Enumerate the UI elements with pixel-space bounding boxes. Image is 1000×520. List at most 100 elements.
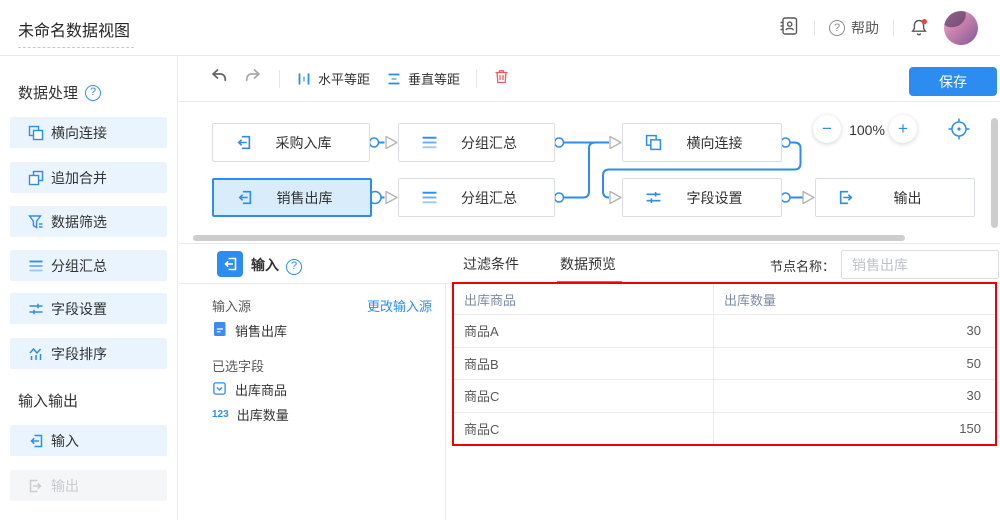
flow-canvas[interactable]: 采购入库 分组汇总 横向连接 销售出库 <box>179 102 1000 243</box>
node-label: 分组汇总 <box>438 188 554 208</box>
node-name-label: 节点名称： <box>770 256 835 275</box>
table-row: 商品C 30 <box>454 379 995 412</box>
divider <box>814 20 815 36</box>
field-sort-icon <box>28 346 44 362</box>
field-name: 出库数量 <box>237 405 289 424</box>
product-cell: 商品C <box>454 413 713 445</box>
node-label: 销售出库 <box>253 188 370 208</box>
source-item[interactable]: 销售出库 <box>212 321 287 340</box>
form-doc-icon <box>212 321 227 340</box>
node-group-summary-2[interactable]: 分组汇总 <box>398 178 555 217</box>
sidebar-item-input[interactable]: 输入 <box>10 425 167 456</box>
quantity-cell: 150 <box>713 413 995 445</box>
product-cell: 商品A <box>454 315 713 347</box>
table-row: 商品B 50 <box>454 347 995 380</box>
input-icon <box>28 433 44 449</box>
sidebar-item-append-merge[interactable]: 追加合并 <box>10 162 167 193</box>
sidebar-item-label: 输出 <box>51 476 79 496</box>
page-title[interactable]: 未命名数据视图 <box>18 17 134 48</box>
user-avatar[interactable] <box>944 11 978 45</box>
tab-filter-conditions[interactable]: 过滤条件 <box>463 244 519 284</box>
output-icon <box>28 478 44 494</box>
save-button[interactable]: 保存 <box>909 67 997 96</box>
input-source-row: 输入源 <box>212 296 251 315</box>
input-icon <box>235 134 252 151</box>
sidebar-item-field-settings[interactable]: 字段设置 <box>10 293 167 324</box>
node-group-summary-1[interactable]: 分组汇总 <box>398 123 555 162</box>
selected-fields-header: 已选字段 <box>212 356 264 375</box>
panel-header: 输入 ? 过滤条件 数据预览 节点名称： <box>179 244 1000 284</box>
selected-fields-label: 已选字段 <box>212 356 264 375</box>
field-name: 出库商品 <box>235 380 287 399</box>
node-label: 字段设置 <box>662 188 781 208</box>
zoom-in-button[interactable]: + <box>889 115 917 143</box>
node-label: 横向连接 <box>662 133 781 153</box>
data-view-editor: 未命名数据视图 ? 帮助 <box>0 0 1000 520</box>
filter-icon <box>28 214 44 230</box>
quantity-cell: 30 <box>713 380 995 412</box>
redo-button[interactable] <box>244 67 263 90</box>
change-input-source-link[interactable]: 更改输入源 <box>367 296 432 315</box>
contact-book-icon[interactable] <box>778 15 800 42</box>
source-name: 销售出库 <box>235 321 287 340</box>
data-preview-table: 出库商品 出库数量 商品A 30 商品B 50 商品C 30 商品C 150 <box>452 282 997 446</box>
group-summary-icon <box>421 134 438 151</box>
section-help-icon[interactable]: ? <box>85 85 101 101</box>
panel-help-icon[interactable]: ? <box>286 256 302 275</box>
sidebar-item-label: 数据筛选 <box>51 212 107 232</box>
node-purchase-inbound[interactable]: 采购入库 <box>212 123 370 162</box>
field-item[interactable]: 123 出库数量 <box>212 405 289 424</box>
join-horizontal-icon <box>645 134 662 151</box>
quantity-cell: 30 <box>713 315 995 347</box>
field-item[interactable]: 出库商品 <box>212 380 287 399</box>
horizontal-spacing-button[interactable]: 水平等距 <box>296 69 370 88</box>
undo-button[interactable] <box>209 67 228 90</box>
input-source-label: 输入源 <box>212 296 251 315</box>
node-field-settings[interactable]: 字段设置 <box>622 178 782 217</box>
help-label: 帮助 <box>851 18 879 38</box>
table-row: 商品C 150 <box>454 412 995 445</box>
product-cell: 商品B <box>454 348 713 380</box>
divider <box>476 70 477 88</box>
section-title-data-processing: 数据处理 ? <box>18 82 101 103</box>
help-button[interactable]: ? 帮助 <box>829 18 879 38</box>
zoom-out-button[interactable]: − <box>813 115 841 143</box>
node-sales-outbound[interactable]: 销售出库 <box>212 178 372 217</box>
notification-bell-icon[interactable] <box>908 17 930 39</box>
sidebar-item-label: 字段排序 <box>51 344 107 364</box>
join-horizontal-icon <box>28 125 44 141</box>
tab-data-preview[interactable]: 数据预览 <box>560 244 616 284</box>
quantity-cell: 50 <box>713 348 995 380</box>
horizontal-spacing-label: 水平等距 <box>318 69 370 88</box>
node-join-horizontal[interactable]: 横向连接 <box>622 123 782 162</box>
node-label: 采购入库 <box>252 133 369 153</box>
zoom-level: 100% <box>844 122 890 138</box>
product-cell: 商品C <box>454 380 713 412</box>
input-source-section: 输入源 更改输入源 销售出库 已选字段 出库商品 <box>179 284 446 520</box>
node-output[interactable]: 输出 <box>815 178 975 217</box>
group-summary-icon <box>421 189 438 206</box>
number-field-type-icon: 123 <box>212 409 229 420</box>
canvas-toolbar: 水平等距 垂直等距 保存 <box>179 56 1000 102</box>
group-summary-icon <box>28 258 44 274</box>
vertical-spacing-button[interactable]: 垂直等距 <box>386 69 460 88</box>
divider <box>279 70 280 88</box>
sidebar-item-join-horizontal[interactable]: 横向连接 <box>10 117 167 148</box>
node-name-input[interactable] <box>841 250 999 279</box>
locate-center-icon[interactable] <box>945 115 973 143</box>
sidebar-item-data-filter[interactable]: 数据筛选 <box>10 206 167 237</box>
delete-node-button[interactable] <box>493 68 510 90</box>
append-merge-icon <box>28 170 44 186</box>
header-actions: ? 帮助 <box>778 0 978 56</box>
sidebar-item-field-sort[interactable]: 字段排序 <box>10 338 167 369</box>
select-field-type-icon <box>212 381 227 399</box>
node-label: 分组汇总 <box>438 133 554 153</box>
vertical-spacing-label: 垂直等距 <box>408 69 460 88</box>
sidebar-item-label: 输入 <box>51 431 79 451</box>
vertical-scrollbar[interactable] <box>991 118 998 228</box>
question-icon: ? <box>829 20 845 36</box>
sidebar-item-label: 横向连接 <box>51 123 107 143</box>
sidebar-item-group-summary[interactable]: 分组汇总 <box>10 250 167 281</box>
horizontal-scrollbar[interactable] <box>193 235 905 241</box>
divider <box>893 20 894 36</box>
